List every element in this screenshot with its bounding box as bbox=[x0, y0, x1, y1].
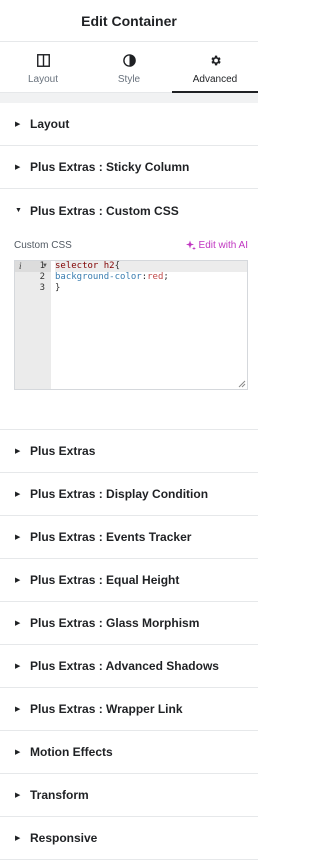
caret-down-icon: ▼ bbox=[15, 207, 22, 214]
tab-style-label: Style bbox=[117, 74, 141, 85]
tab-advanced-label: Advanced bbox=[192, 74, 238, 85]
section-title: Responsive bbox=[30, 831, 98, 845]
section-title: Plus Extras : Custom CSS bbox=[30, 203, 179, 218]
section-transform[interactable]: ▶ Transform bbox=[0, 774, 258, 817]
code-line: background-color:red; bbox=[55, 272, 247, 283]
css-brace: } bbox=[55, 283, 61, 293]
caret-right-icon: ▶ bbox=[15, 706, 21, 713]
section-sticky-column[interactable]: ▶ Plus Extras : Sticky Column bbox=[0, 146, 258, 189]
tabs-spacer bbox=[0, 93, 258, 103]
section-title: Plus Extras : Sticky Column bbox=[30, 160, 190, 174]
section-title: Plus Extras : Advanced Shadows bbox=[30, 659, 219, 673]
section-wrapper-link[interactable]: ▶ Plus Extras : Wrapper Link bbox=[0, 688, 258, 731]
section-equal-height[interactable]: ▶ Plus Extras : Equal Height bbox=[0, 559, 258, 602]
section-layout[interactable]: ▶ Layout bbox=[0, 103, 258, 146]
section-advanced-shadows[interactable]: ▶ Plus Extras : Advanced Shadows bbox=[0, 645, 258, 688]
panel-title: Edit Container bbox=[81, 12, 177, 29]
tab-layout[interactable]: Layout bbox=[0, 42, 86, 92]
section-title: Layout bbox=[30, 117, 70, 131]
line-number: 3 bbox=[39, 283, 45, 293]
editor-code-area[interactable]: selector h2{ background-color:red; } bbox=[51, 261, 247, 389]
edit-with-ai-button[interactable]: Edit with AI bbox=[185, 239, 248, 251]
section-custom-css[interactable]: ▼ Plus Extras : Custom CSS bbox=[0, 189, 258, 232]
resize-handle-icon[interactable] bbox=[238, 380, 246, 388]
caret-right-icon: ▶ bbox=[15, 164, 21, 171]
section-responsive[interactable]: ▶ Responsive bbox=[0, 817, 258, 860]
css-brace: { bbox=[114, 261, 121, 271]
caret-right-icon: ▶ bbox=[15, 792, 21, 799]
custom-css-label-row: Custom CSS Edit with AI bbox=[14, 234, 248, 256]
line-number: 2 bbox=[39, 272, 45, 282]
fold-arrow-icon[interactable]: ▼ bbox=[42, 261, 48, 272]
edit-with-ai-label: Edit with AI bbox=[198, 239, 248, 251]
css-selector: selector h2 bbox=[55, 261, 115, 271]
section-title: Plus Extras : Glass Morphism bbox=[30, 616, 200, 630]
custom-css-label: Custom CSS bbox=[14, 239, 72, 251]
caret-right-icon: ▶ bbox=[15, 749, 21, 756]
css-code-editor[interactable]: i ▼ 1 2 3 selector h2{ background-color:… bbox=[14, 260, 248, 390]
css-value: red bbox=[147, 272, 164, 282]
caret-right-icon: ▶ bbox=[15, 534, 21, 541]
css-property: background-color bbox=[55, 272, 142, 282]
code-line: selector h2{ bbox=[55, 261, 247, 272]
tab-advanced[interactable]: Advanced bbox=[172, 42, 258, 93]
section-title: Plus Extras : Events Tracker bbox=[30, 530, 192, 544]
caret-right-icon: ▶ bbox=[15, 620, 21, 627]
caret-right-icon: ▶ bbox=[15, 121, 21, 128]
caret-right-icon: ▶ bbox=[15, 663, 21, 670]
section-events-tracker[interactable]: ▶ Plus Extras : Events Tracker bbox=[0, 516, 258, 559]
section-title: Plus Extras : Equal Height bbox=[30, 573, 180, 587]
section-title: Plus Extras : Display Condition bbox=[30, 487, 209, 501]
section-glass-morphism[interactable]: ▶ Plus Extras : Glass Morphism bbox=[0, 602, 258, 645]
tab-layout-label: Layout bbox=[27, 74, 59, 85]
caret-right-icon: ▶ bbox=[15, 577, 21, 584]
section-title: Transform bbox=[30, 788, 89, 802]
section-motion-effects[interactable]: ▶ Motion Effects bbox=[0, 731, 258, 774]
layout-icon bbox=[36, 53, 50, 67]
section-display-condition[interactable]: ▶ Plus Extras : Display Condition bbox=[0, 473, 258, 516]
info-icon: i bbox=[19, 261, 22, 271]
css-semicolon: ; bbox=[163, 272, 169, 282]
code-line: } bbox=[55, 283, 247, 294]
gear-icon bbox=[208, 53, 222, 67]
tab-bar: Layout Style Advanced bbox=[0, 42, 258, 93]
section-plus-extras[interactable]: ▶ Plus Extras bbox=[0, 430, 258, 473]
panel-header: Edit Container bbox=[0, 0, 258, 42]
caret-right-icon: ▶ bbox=[15, 491, 21, 498]
caret-right-icon: ▶ bbox=[15, 448, 21, 455]
section-title: Motion Effects bbox=[30, 745, 113, 759]
section-title: Plus Extras : Wrapper Link bbox=[30, 702, 183, 716]
caret-right-icon: ▶ bbox=[15, 835, 21, 842]
tab-style[interactable]: Style bbox=[86, 42, 172, 92]
section-title: Plus Extras bbox=[30, 444, 96, 458]
custom-css-panel: Custom CSS Edit with AI i ▼ 1 2 3 select… bbox=[0, 234, 258, 430]
style-icon bbox=[122, 53, 136, 67]
sparkle-icon bbox=[185, 240, 196, 250]
editor-gutter: i ▼ 1 2 3 bbox=[15, 261, 51, 389]
